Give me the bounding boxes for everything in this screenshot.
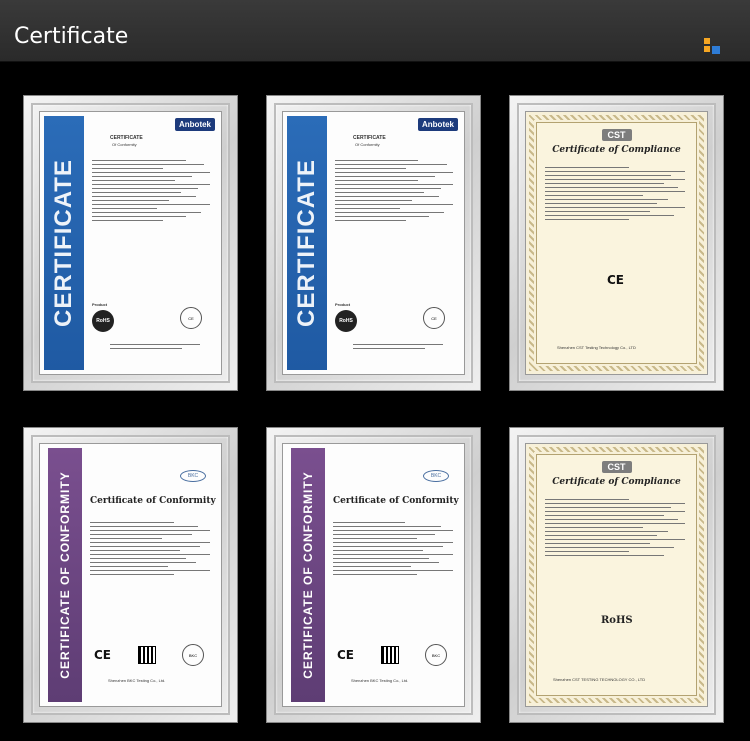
certificate-subheading: Of Conformity xyxy=(355,142,380,147)
product-label: Product xyxy=(335,302,351,307)
rohs-badge: RoHS xyxy=(92,310,114,332)
certificate-subheading: Of Conformity xyxy=(112,142,137,147)
certificate-paper: CERTIFICATE Anbotek CERTIFICATE Of Confo… xyxy=(282,111,465,375)
certificate-title: Certificate of Compliance xyxy=(552,477,681,487)
cst-logo: CST xyxy=(601,129,632,141)
certificate-footer: Shenzhen CST TESTING TECHNOLOGY CO., LTD xyxy=(553,677,646,682)
certificate-paper: CST Certificate of Compliance CE Shenzhe… xyxy=(525,111,708,375)
certificate-sidebar: CERTIFICATE OF CONFORMITY xyxy=(291,448,325,702)
certificate-frame-1[interactable]: CERTIFICATE Anbotek CERTIFICATE Of Confo… xyxy=(23,95,238,391)
qr-code xyxy=(138,646,156,664)
certificate-footer-text xyxy=(353,344,443,352)
certificate-side-text: CERTIFICATE xyxy=(50,159,77,327)
anbotek-logo: Anbotek xyxy=(418,118,458,131)
certificate-paper: CST Certificate of Compliance RoHS Shenz… xyxy=(525,443,708,707)
certificate-footer-text xyxy=(110,344,200,352)
cst-logo: CST xyxy=(601,461,632,473)
ce-mark: CE xyxy=(337,648,355,662)
certificate-side-text: CERTIFICATE xyxy=(293,159,320,327)
certificate-sidebar: CERTIFICATE xyxy=(287,116,327,370)
certificate-title: Certificate of Conformity xyxy=(90,496,216,506)
certificate-paper: CERTIFICATE Anbotek CERTIFICATE Of Confo… xyxy=(39,111,222,375)
bkc-stamp: BKC xyxy=(425,644,447,666)
certificate-footer: Shenzhen CST Testing Technology Co., LTD xyxy=(557,345,636,350)
ce-stamp: CE xyxy=(423,307,445,329)
certificate-side-text: CERTIFICATE OF CONFORMITY xyxy=(301,471,315,679)
certificate-sidebar: CERTIFICATE OF CONFORMITY xyxy=(48,448,82,702)
certificate-side-text: CERTIFICATE OF CONFORMITY xyxy=(58,471,72,679)
brand-logo-icon xyxy=(704,38,724,56)
certificate-text-block xyxy=(92,160,210,224)
certificate-text-block xyxy=(333,522,453,578)
product-label: Product xyxy=(92,302,108,307)
page-title: Certificate xyxy=(14,24,129,49)
page-header: Certificate xyxy=(0,0,750,62)
certificate-paper: CERTIFICATE OF CONFORMITY BKC Certificat… xyxy=(282,443,465,707)
certificate-frame-3[interactable]: CST Certificate of Compliance CE Shenzhe… xyxy=(509,95,724,391)
certificate-footer: Shenzhen BKC Testing Co., Ltd. xyxy=(351,678,409,683)
certificate-frame-5[interactable]: CERTIFICATE OF CONFORMITY BKC Certificat… xyxy=(266,427,481,723)
certificate-text-block xyxy=(335,160,453,224)
certificate-inner: CST Certificate of Compliance RoHS Shenz… xyxy=(536,454,697,696)
anbotek-logo: Anbotek xyxy=(175,118,215,131)
bkc-logo: BKC xyxy=(423,470,449,482)
ce-stamp: CE xyxy=(180,307,202,329)
certificate-heading: CERTIFICATE xyxy=(110,135,143,141)
ce-mark: CE xyxy=(94,648,112,662)
certificate-heading: CERTIFICATE xyxy=(353,135,386,141)
bkc-logo: BKC xyxy=(180,470,206,482)
certificate-text-block xyxy=(545,499,685,559)
qr-code xyxy=(381,646,399,664)
certificate-title: Certificate of Compliance xyxy=(552,145,681,155)
rohs-mark: RoHS xyxy=(601,615,633,626)
bkc-stamp: BKC xyxy=(182,644,204,666)
certificate-footer: Shenzhen BKC Testing Co., Ltd. xyxy=(108,678,166,683)
ce-mark: CE xyxy=(607,273,625,287)
certificate-text-block xyxy=(545,167,685,223)
certificate-paper: CERTIFICATE OF CONFORMITY BKC Certificat… xyxy=(39,443,222,707)
certificate-title: Certificate of Conformity xyxy=(333,496,459,506)
certificate-frame-4[interactable]: CERTIFICATE OF CONFORMITY BKC Certificat… xyxy=(23,427,238,723)
certificate-text-block xyxy=(90,522,210,578)
certificate-frame-6[interactable]: CST Certificate of Compliance RoHS Shenz… xyxy=(509,427,724,723)
rohs-badge: RoHS xyxy=(335,310,357,332)
certificate-frame-2[interactable]: CERTIFICATE Anbotek CERTIFICATE Of Confo… xyxy=(266,95,481,391)
certificate-inner: CST Certificate of Compliance CE Shenzhe… xyxy=(536,122,697,364)
certificate-sidebar: CERTIFICATE xyxy=(44,116,84,370)
